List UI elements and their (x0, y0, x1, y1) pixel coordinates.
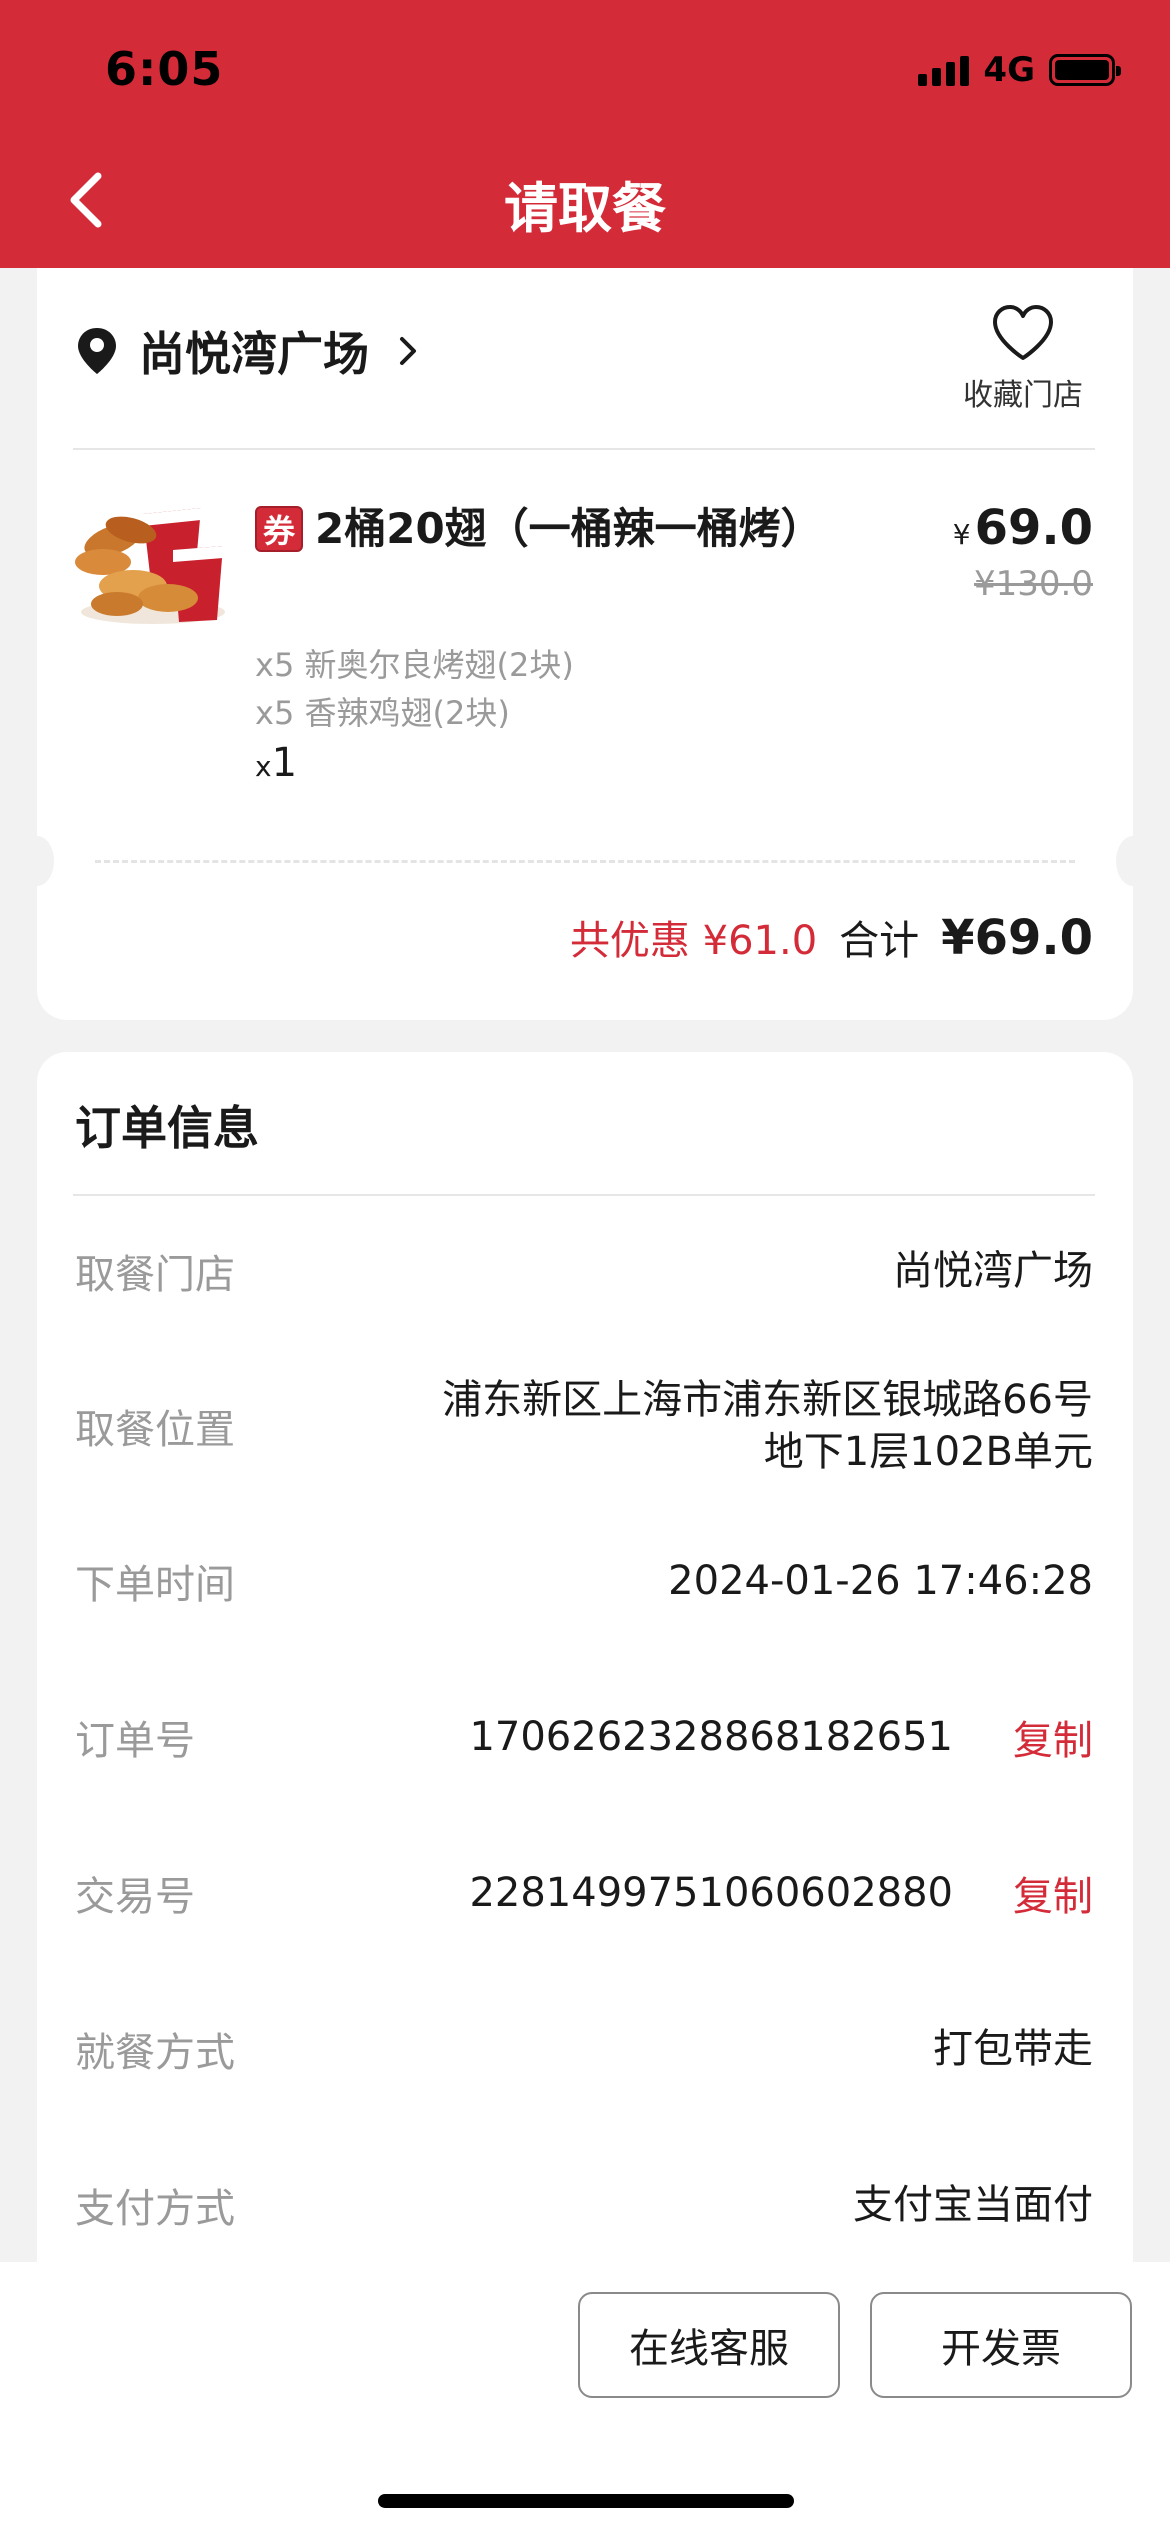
coupon-icon: 券 (255, 506, 303, 552)
product-price: ¥69.0 (953, 500, 1093, 556)
online-service-button[interactable]: 在线客服 (578, 2292, 840, 2398)
product-item: x5 新奥尔良烤翅(2块) (255, 646, 574, 684)
section-title: 订单信息 (75, 1101, 259, 1155)
info-value: 2024-01-26 17:46:28 (668, 1558, 1093, 1604)
info-value: 打包带走 (933, 2026, 1093, 2072)
price-value: 69.0 (974, 500, 1093, 556)
info-row-order-number: 订单号 1706262328868182651 复制 (75, 1708, 1093, 1766)
info-row-store: 取餐门店 尚悦湾广场 (75, 1242, 1093, 1300)
info-label: 交易号 (75, 1874, 195, 1920)
info-value: 尚悦湾广场 (893, 1248, 1093, 1294)
product-quantity: x1 (255, 740, 297, 786)
quantity-value: 1 (271, 740, 298, 786)
info-value: 1706262328868182651 (469, 1714, 953, 1760)
info-row-payment-method: 支付方式 支付宝当面付 (75, 2176, 1093, 2234)
copy-order-number-button[interactable]: 复制 (1013, 1708, 1093, 1766)
ticket-notch (20, 836, 54, 886)
discount-text: 共优惠 ¥61.0 (569, 918, 818, 964)
quantity-prefix: x (255, 750, 272, 783)
header: 6:05 4G 请取餐 (0, 0, 1170, 268)
status-icons: 4G (918, 50, 1121, 90)
heart-icon (993, 305, 1053, 360)
product-image (75, 508, 225, 624)
divider (73, 1194, 1095, 1196)
invoice-button[interactable]: 开发票 (870, 2292, 1132, 2398)
info-label: 下单时间 (75, 1562, 235, 1608)
info-row-location: 取餐位置 浦东新区上海市浦东新区银城路66号地下1层102B单元 (75, 1374, 1093, 1478)
product-item: x5 香辣鸡翅(2块) (255, 694, 510, 732)
info-row-transaction-number: 交易号 2281499751060602880 复制 (75, 1864, 1093, 1922)
info-label: 支付方式 (75, 2186, 235, 2232)
total-label: 合计 (839, 918, 920, 964)
favorite-store-button[interactable]: 收藏门店 (953, 304, 1093, 414)
network-label: 4G (983, 50, 1035, 90)
store-link[interactable]: 尚悦湾广场 (75, 318, 419, 384)
info-value: 浦东新区上海市浦东新区银城路66号地下1层102B单元 (442, 1377, 1093, 1475)
info-value: 支付宝当面付 (853, 2182, 1093, 2228)
divider (73, 448, 1095, 450)
currency-symbol: ¥ (952, 518, 971, 551)
info-label: 取餐位置 (75, 1407, 235, 1453)
total-value: ¥69.0 (941, 910, 1093, 966)
order-pickup-screen: 6:05 4G 请取餐 尚悦湾广场 收藏门店 券 2桶20翅（一桶辣一桶烤） ¥… (0, 0, 1170, 2532)
info-value: 2281499751060602880 (469, 1870, 953, 1916)
totals-row: 共优惠 ¥61.0 合计 ¥69.0 (570, 908, 1093, 966)
battery-icon (1049, 54, 1121, 86)
order-summary-card: 尚悦湾广场 收藏门店 券 2桶20翅（一桶辣一桶烤） ¥69.0 ¥130.0 … (20, 268, 1150, 1020)
bottom-action-bar: 在线客服 开发票 (0, 2262, 1170, 2532)
status-time: 6:05 (105, 42, 224, 96)
info-label: 订单号 (75, 1718, 195, 1764)
dashed-divider (95, 860, 1075, 863)
store-name: 尚悦湾广场 (139, 327, 369, 381)
chevron-right-icon (400, 337, 416, 365)
page-title: 请取餐 (504, 177, 666, 240)
original-price: ¥130.0 (974, 564, 1093, 604)
order-info-card: 订单信息 取餐门店 尚悦湾广场 取餐位置 浦东新区上海市浦东新区银城路66号地下… (37, 1052, 1133, 2352)
info-row-dining-mode: 就餐方式 打包带走 (75, 2020, 1093, 2078)
favorite-label: 收藏门店 (963, 378, 1083, 413)
product-name: 2桶20翅（一桶辣一桶烤） (315, 504, 823, 553)
info-label: 取餐门店 (75, 1252, 235, 1298)
ticket-notch (1116, 836, 1150, 886)
location-pin-icon (78, 328, 116, 374)
home-indicator[interactable] (378, 2494, 794, 2508)
copy-transaction-number-button[interactable]: 复制 (1013, 1864, 1093, 1922)
info-label: 就餐方式 (75, 2030, 235, 2076)
signal-icon (918, 54, 970, 86)
info-row-time: 下单时间 2024-01-26 17:46:28 (75, 1552, 1093, 1610)
